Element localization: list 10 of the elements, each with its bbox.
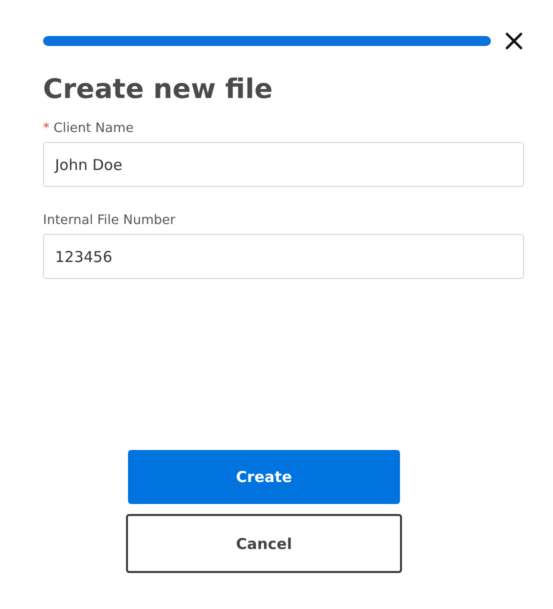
input-field[interactable]: John Doe <box>43 142 524 187</box>
input-field[interactable]: 123456 <box>43 234 524 279</box>
create-button[interactable]: Create <box>128 450 400 504</box>
required-marker: * <box>43 121 50 136</box>
close-icon <box>503 30 525 52</box>
field-label: Client Name <box>54 121 134 136</box>
dialog-title: Create new file <box>43 74 274 105</box>
field-label: Internal File Number <box>43 213 176 228</box>
close-button[interactable] <box>503 30 525 52</box>
cancel-button[interactable]: Cancel <box>126 514 402 573</box>
